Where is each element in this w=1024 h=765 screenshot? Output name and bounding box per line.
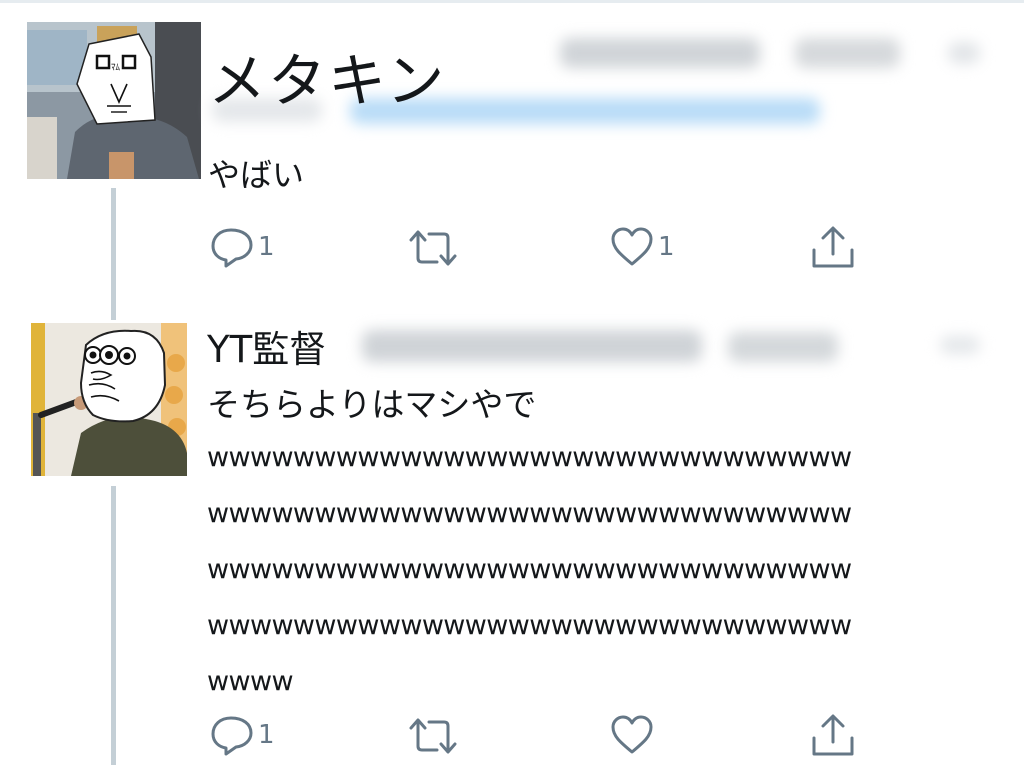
avatar-photo: ﾏﾑ (27, 22, 201, 179)
retweet-button[interactable] (407, 228, 463, 268)
reply-count: 1 (258, 232, 275, 262)
display-name[interactable]: メタキン (208, 44, 446, 118)
share-icon (812, 714, 854, 756)
reply-count: 1 (258, 720, 275, 750)
share-button[interactable] (810, 712, 856, 758)
blurred-menu (940, 336, 980, 354)
tweet-text: そちらよりはマシやで (207, 385, 537, 424)
tweet-text-line: wwww (207, 666, 294, 697)
blurred-timestamp (795, 38, 900, 68)
heart-icon (611, 715, 653, 754)
reply-icon (211, 716, 253, 756)
avatar[interactable]: ﾏﾑ (27, 22, 201, 179)
display-name[interactable]: YT監督 (207, 326, 326, 374)
tweet-text: やばい (208, 156, 305, 194)
avatar-photo (31, 323, 187, 476)
tweet-text-line: wwwwwwwwwwwwwwwwwwwwwwwwwwwwww (207, 442, 852, 473)
thread-connector (111, 188, 116, 320)
share-button[interactable] (810, 224, 856, 270)
share-icon (812, 226, 854, 268)
avatar[interactable] (31, 323, 187, 476)
reply-button[interactable]: 1 (210, 226, 275, 268)
retweet-button[interactable] (407, 716, 463, 756)
blurred-handle (362, 330, 702, 362)
like-count: 1 (658, 232, 675, 262)
thread-connector (111, 486, 116, 765)
blurred-timestamp (728, 332, 838, 362)
blurred-handle (560, 38, 760, 68)
like-button[interactable]: 1 (610, 226, 675, 268)
blurred-menu (948, 42, 980, 64)
heart-icon (611, 227, 653, 266)
reply-button[interactable]: 1 (210, 714, 275, 756)
svg-text:ﾏﾑ: ﾏﾑ (111, 63, 121, 73)
tweet-text-line: wwwwwwwwwwwwwwwwwwwwwwwwwwwwww (207, 498, 852, 529)
reply-icon (211, 228, 253, 268)
retweet-icon (409, 230, 457, 266)
tweet-text-line: wwwwwwwwwwwwwwwwwwwwwwwwwwwwww (207, 610, 852, 641)
tweet-text-body: wwwwwwwwwwwwwwwwwwwwwwwwwwwwww wwwwwwwww… (207, 430, 852, 710)
tweet-text-line: wwwwwwwwwwwwwwwwwwwwwwwwwwwwww (207, 554, 852, 585)
top-divider (0, 0, 1024, 3)
like-button[interactable] (610, 714, 658, 756)
retweet-icon (409, 718, 457, 754)
